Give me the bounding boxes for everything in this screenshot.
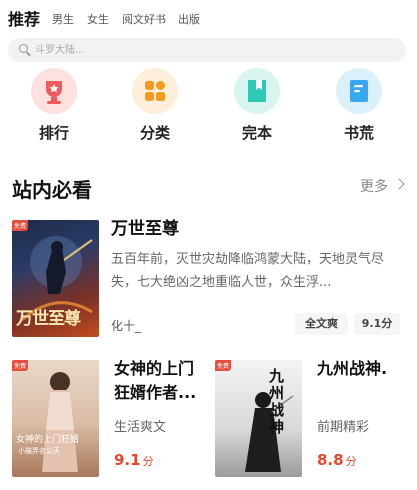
cover-art	[245, 392, 294, 472]
search-input[interactable]	[35, 40, 335, 60]
cover-title: 九州战神	[269, 367, 285, 436]
score-value: 8.8	[317, 451, 344, 469]
book-author: 化十_	[111, 319, 142, 333]
book-cover[interactable]: 免费 女神的上门狂婿 小猫弄名公天	[12, 360, 99, 477]
book-title[interactable]: 万世至尊	[111, 217, 179, 241]
free-badge: 免费	[215, 360, 232, 371]
category-label: 排行	[38, 124, 69, 142]
cover-title: 万世至尊	[16, 309, 81, 329]
category-label: 完本	[241, 124, 272, 142]
book-tag: 全文爽	[295, 313, 348, 335]
more-link[interactable]: 更多	[360, 176, 388, 196]
category-classify[interactable]: 分类	[115, 68, 195, 143]
category-finished[interactable]: 完本	[217, 68, 297, 143]
cover-title: 女神的上门狂婿	[16, 435, 80, 445]
list-icon	[336, 68, 382, 114]
score-unit: 分	[345, 455, 357, 468]
score-value: 9.1	[114, 451, 141, 469]
tab-recommend[interactable]: 推荐	[8, 6, 40, 30]
category-label: 书荒	[343, 124, 374, 142]
tab-female[interactable]: 女生	[87, 11, 109, 27]
tab-publish[interactable]: 出版	[178, 11, 200, 27]
search-bar[interactable]	[8, 38, 406, 62]
book-genre: 生活爽文	[114, 420, 167, 435]
free-badge: 免费	[12, 360, 29, 371]
book-title[interactable]: 九州战神.	[317, 357, 407, 381]
tab-yuewen-books[interactable]: 阅文好书	[122, 11, 166, 27]
cover-subtitle: 小猫弄名公天	[18, 447, 60, 455]
book-cover[interactable]: 免费 万世至尊	[12, 220, 99, 337]
grid-icon	[132, 68, 178, 114]
trophy-icon	[31, 68, 77, 114]
search-icon	[19, 44, 28, 53]
book-score: 9.1分	[114, 451, 154, 469]
score-unit: 分	[142, 455, 154, 468]
tab-male[interactable]: 男生	[52, 11, 74, 27]
book-description: 五百年前，灭世灾劫降临鸿蒙大陆，天地灵气尽失，七大绝凶之地重临人世，众生浮...	[111, 252, 385, 290]
book-score: 8.8 分	[317, 451, 357, 469]
cover-art	[42, 372, 78, 472]
book-score: 9.1分	[354, 313, 400, 335]
book-cover[interactable]: 免费 九州战神	[215, 360, 302, 477]
category-book-shortage[interactable]: 书荒	[319, 68, 399, 143]
book-title[interactable]: 女神的上门狂婿作者...	[114, 357, 202, 405]
section-title: 站内必看	[12, 178, 92, 202]
category-label: 分类	[139, 124, 170, 142]
book-genre: 前期精彩	[317, 420, 370, 435]
category-ranking[interactable]: 排行	[14, 68, 94, 143]
chevron-right-icon[interactable]	[393, 178, 405, 190]
book-icon	[234, 68, 280, 114]
free-badge: 免费	[12, 220, 29, 231]
